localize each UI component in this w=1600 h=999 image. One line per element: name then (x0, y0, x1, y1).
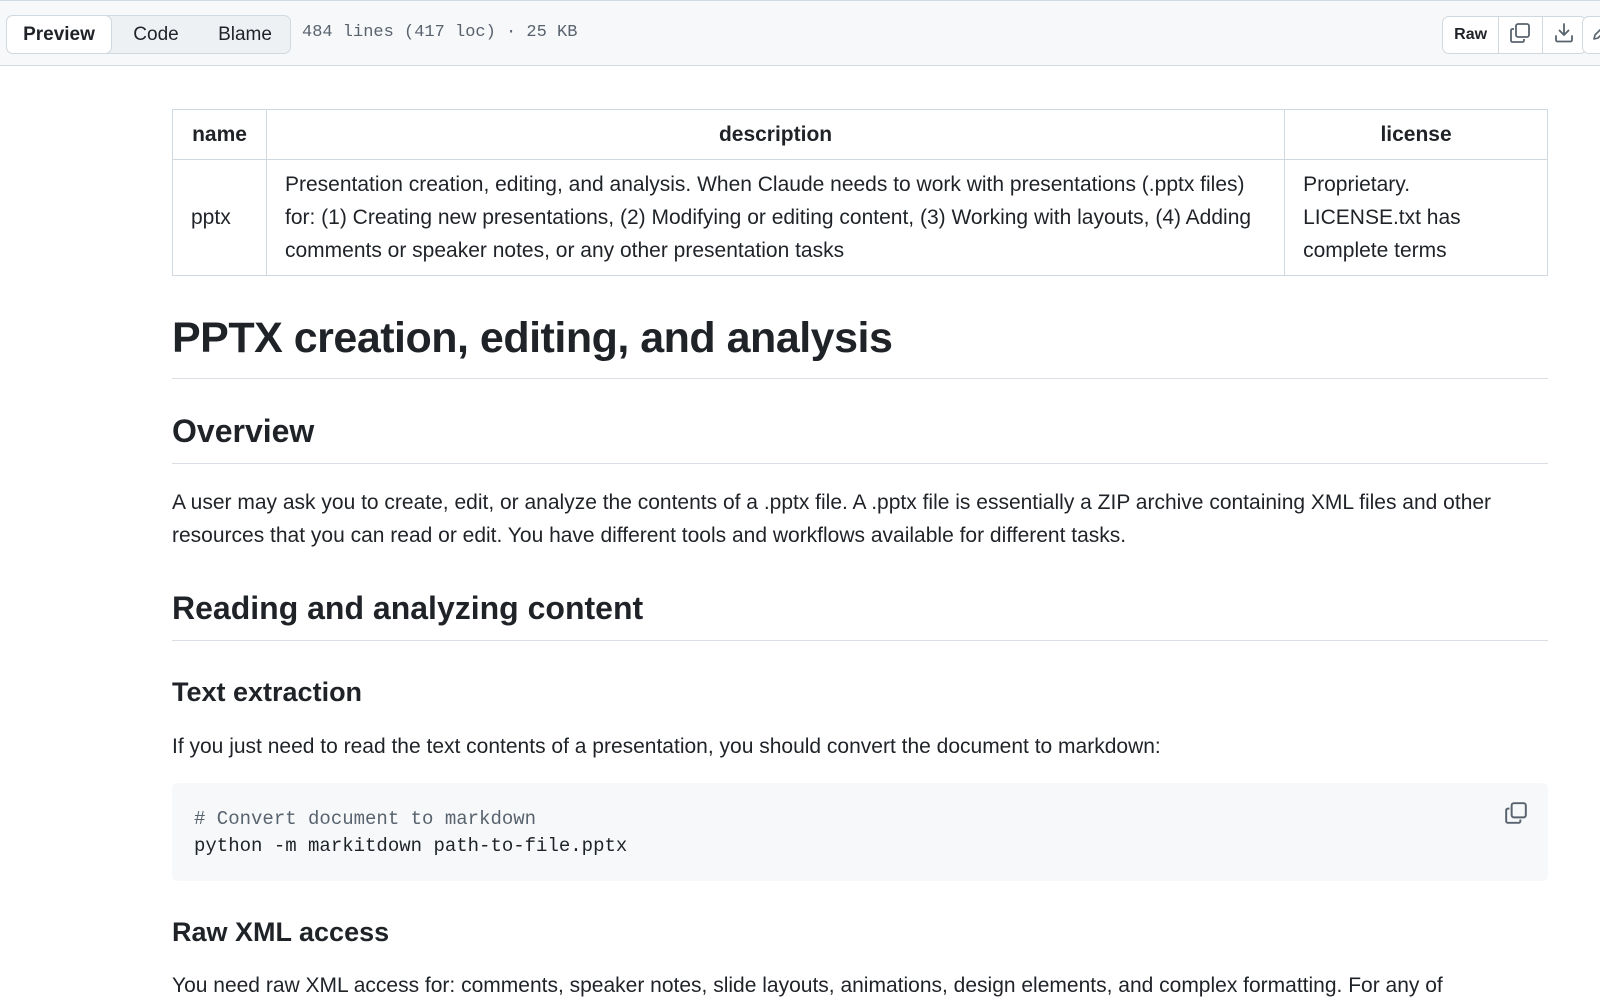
table-header-license: license (1284, 109, 1548, 160)
download-icon (1553, 22, 1575, 49)
raw-button[interactable]: Raw (1443, 17, 1500, 53)
markdown-body: name description license pptx Presentati… (172, 109, 1548, 999)
table-row: pptx Presentation creation, editing, and… (172, 159, 1548, 276)
tab-code[interactable]: Code (112, 16, 200, 53)
download-button[interactable] (1543, 17, 1586, 53)
overview-heading: Overview (172, 411, 1548, 464)
table-header-description: description (265, 109, 1286, 160)
copy-icon (1504, 802, 1528, 831)
copy-raw-button[interactable] (1499, 17, 1543, 53)
code-block: # Convert document to markdown python -m… (172, 783, 1548, 881)
front-matter-table: name description license pptx Presentati… (172, 109, 1548, 276)
code-comment: # Convert document to markdown (194, 808, 537, 830)
table-cell-name: pptx (172, 159, 267, 276)
code-command: python -m markitdown path-to-file.pptx (194, 835, 628, 857)
copy-icon (1509, 22, 1531, 49)
edit-icon (1591, 24, 1600, 47)
copy-code-button[interactable] (1504, 801, 1528, 834)
view-mode-switch: Preview Code Blame (6, 15, 291, 54)
file-actions: Raw (1442, 16, 1587, 54)
edit-button[interactable] (1582, 16, 1600, 54)
table-header-row: name description license (172, 109, 1548, 160)
page-title: PPTX creation, editing, and analysis (172, 312, 1548, 379)
text-extraction-heading: Text extraction (172, 677, 363, 707)
reading-heading: Reading and analyzing content (172, 588, 1548, 641)
file-toolbar: Preview Code Blame 484 lines (417 loc) ·… (0, 0, 1600, 66)
raw-xml-heading: Raw XML access (172, 917, 390, 947)
table-header-name: name (172, 109, 267, 160)
text-extraction-paragraph: If you just need to read the text conten… (172, 735, 1161, 758)
table-cell-license: Proprietary. LICENSE.txt has complete te… (1284, 159, 1548, 276)
tab-preview[interactable]: Preview (6, 15, 112, 54)
overview-paragraph: A user may ask you to create, edit, or a… (172, 491, 1492, 547)
tab-blame[interactable]: Blame (200, 16, 290, 53)
file-meta: 484 lines (417 loc) · 25 KB (302, 23, 578, 42)
table-cell-description: Presentation creation, editing, and anal… (265, 159, 1286, 276)
raw-xml-paragraph: You need raw XML access for: comments, s… (172, 974, 1443, 997)
